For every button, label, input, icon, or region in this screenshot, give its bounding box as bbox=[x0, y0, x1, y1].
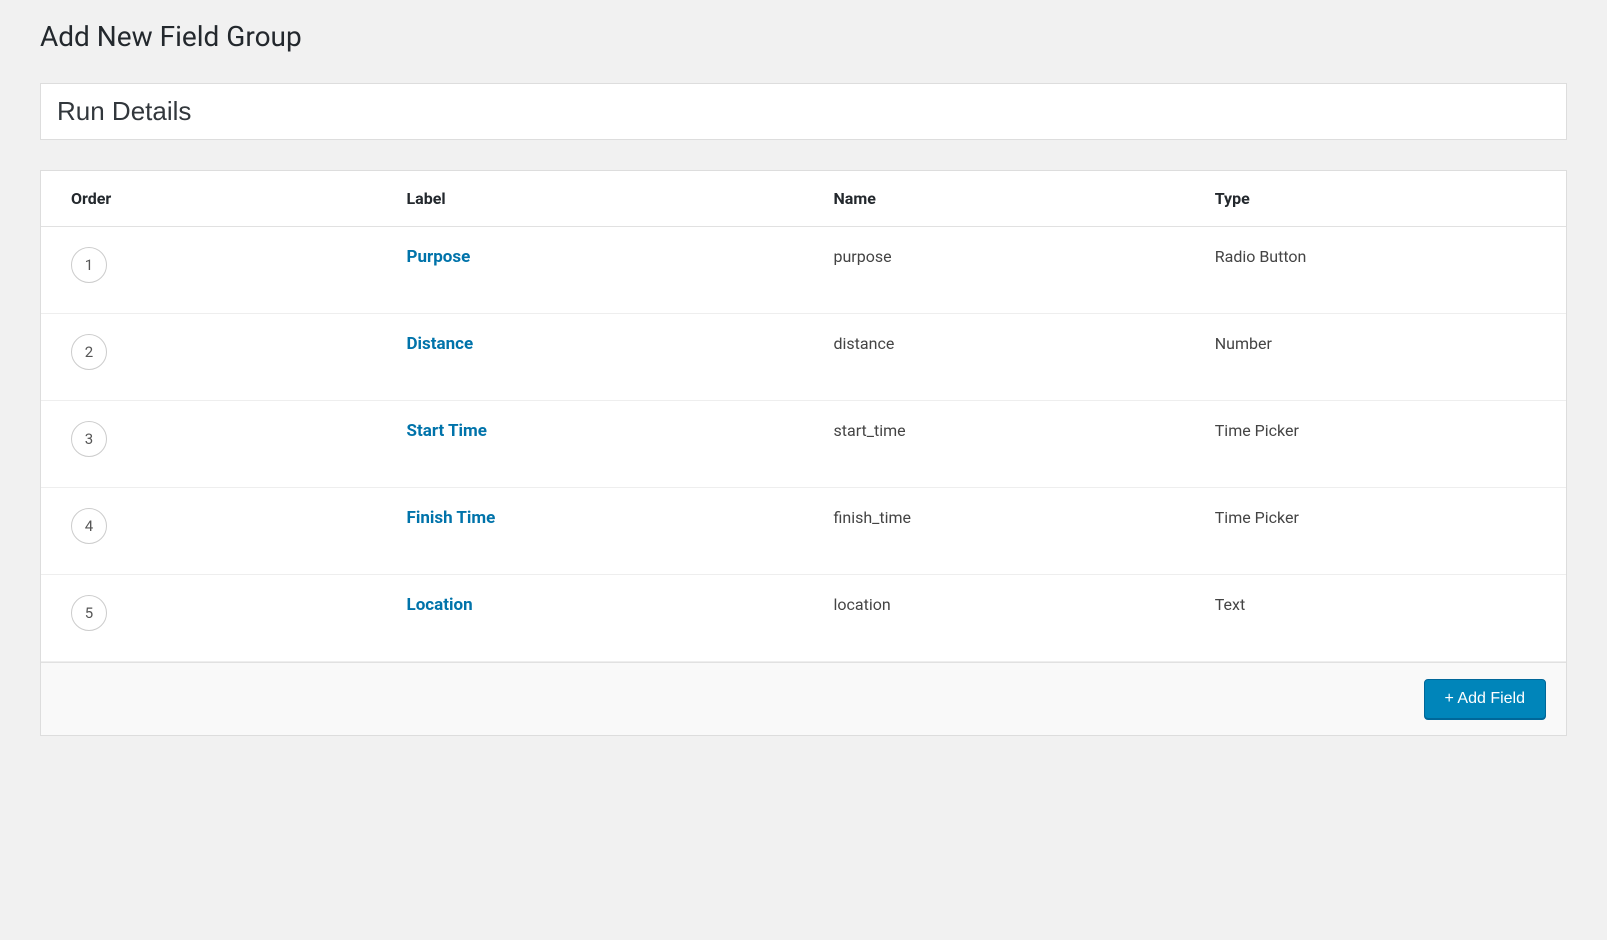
page-title: Add New Field Group bbox=[40, 20, 1567, 63]
add-field-button[interactable]: + Add Field bbox=[1424, 679, 1547, 719]
order-handle[interactable]: 2 bbox=[71, 334, 107, 370]
fields-table: Order Label Name Type 1 Purpose purposeRad… bbox=[41, 171, 1566, 662]
field-label-link[interactable]: Location bbox=[407, 595, 473, 615]
col-header-type: Type bbox=[1185, 171, 1566, 227]
table-row: 5 Location locationText bbox=[41, 575, 1566, 662]
order-handle[interactable]: 3 bbox=[71, 421, 107, 457]
col-header-label: Label bbox=[377, 171, 804, 227]
table-row: 2 Distance distanceNumber bbox=[41, 314, 1566, 401]
table-row: 1 Purpose purposeRadio Button bbox=[41, 227, 1566, 314]
group-title-input[interactable] bbox=[41, 84, 1566, 139]
field-name: start_time bbox=[804, 401, 1185, 488]
fields-table-wrap: Order Label Name Type 1 Purpose purposeRad… bbox=[40, 170, 1567, 736]
order-handle[interactable]: 1 bbox=[71, 247, 107, 283]
order-handle[interactable]: 5 bbox=[71, 595, 107, 631]
field-type: Radio Button bbox=[1185, 227, 1566, 314]
field-name: purpose bbox=[804, 227, 1185, 314]
field-type: Text bbox=[1185, 575, 1566, 662]
field-type: Number bbox=[1185, 314, 1566, 401]
field-name: finish_time bbox=[804, 488, 1185, 575]
order-handle[interactable]: 4 bbox=[71, 508, 107, 544]
col-header-order: Order bbox=[41, 171, 377, 227]
field-label-link[interactable]: Start Time bbox=[407, 421, 487, 441]
col-header-name: Name bbox=[804, 171, 1185, 227]
group-title-wrap bbox=[40, 83, 1567, 140]
table-row: 3 Start Time start_timeTime Picker bbox=[41, 401, 1566, 488]
field-label-link[interactable]: Distance bbox=[407, 334, 474, 354]
field-label-link[interactable]: Finish Time bbox=[407, 508, 496, 528]
field-name: location bbox=[804, 575, 1185, 662]
field-label-link[interactable]: Purpose bbox=[407, 247, 471, 267]
field-type: Time Picker bbox=[1185, 488, 1566, 575]
field-type: Time Picker bbox=[1185, 401, 1566, 488]
table-footer: + Add Field bbox=[41, 662, 1566, 735]
field-name: distance bbox=[804, 314, 1185, 401]
table-row: 4 Finish Time finish_timeTime Picker bbox=[41, 488, 1566, 575]
